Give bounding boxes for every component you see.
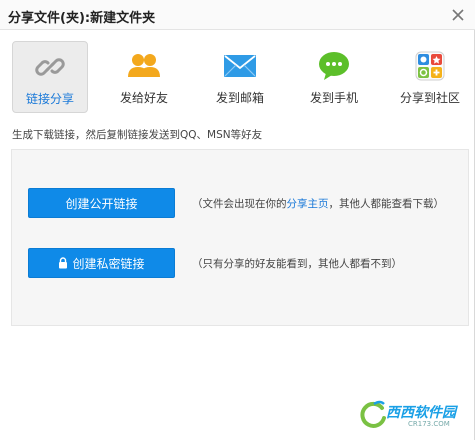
tab-label: 链接分享 xyxy=(25,92,74,106)
button-label: 创建私密链接 xyxy=(72,256,145,271)
create-public-link-button[interactable]: 创建公开链接 xyxy=(28,188,175,218)
tab-link-share[interactable]: 链接分享 xyxy=(12,41,88,113)
close-button[interactable] xyxy=(449,6,467,24)
tab-share-community[interactable]: 分享到社区 xyxy=(392,41,468,113)
share-dialog: 分享文件(夹):新建文件夹 链接分享 发给好友 发到邮箱 发到手机 分享到社区 … xyxy=(0,0,475,440)
share-homepage-link[interactable]: 分享主页 xyxy=(287,198,329,210)
tab-send-email[interactable]: 发到邮箱 xyxy=(202,41,278,113)
dialog-title: 分享文件(夹):新建文件夹 xyxy=(8,11,156,26)
tab-label: 分享到社区 xyxy=(399,91,460,105)
chat-bubble-icon xyxy=(317,51,351,81)
watermark-text: 西西软件园 xyxy=(386,405,456,421)
link-share-description: 生成下载链接，然后复制链接发送到QQ、MSN等好友 xyxy=(12,129,263,141)
public-link-note: （文件会出现在你的分享主页，其他人都能查看下载） xyxy=(192,196,444,211)
share-method-tabs: 链接分享 发给好友 发到邮箱 发到手机 分享到社区 xyxy=(0,30,475,120)
title-bar: 分享文件(夹):新建文件夹 xyxy=(0,0,475,30)
community-apps-icon xyxy=(413,51,447,81)
note-prefix: （文件会出现在你的 xyxy=(192,198,287,210)
friends-icon xyxy=(127,51,161,81)
tab-send-friends[interactable]: 发给好友 xyxy=(106,41,182,113)
close-icon xyxy=(452,9,464,21)
watermark-logo-icon xyxy=(360,400,386,428)
tab-label: 发到手机 xyxy=(309,91,358,105)
tab-send-phone[interactable]: 发到手机 xyxy=(296,41,372,113)
note-suffix: ，其他人都能查看下载） xyxy=(328,198,445,210)
private-link-note: （只有分享的好友能看到，其他人都看不到） xyxy=(192,258,402,270)
button-label: 创建公开链接 xyxy=(65,196,138,211)
chain-link-icon xyxy=(33,52,67,82)
link-options-panel: 创建公开链接 （文件会出现在你的分享主页，其他人都能查看下载） 创建私密链接 （… xyxy=(11,149,469,326)
tab-label: 发到邮箱 xyxy=(215,91,264,105)
lock-icon xyxy=(58,257,68,269)
tab-label: 发给好友 xyxy=(119,91,168,105)
mail-envelope-icon xyxy=(223,51,257,81)
watermark-subtext: CR173.COM xyxy=(408,420,450,428)
site-watermark: 西西软件园 CR173.COM xyxy=(356,396,474,434)
create-private-link-button[interactable]: 创建私密链接 xyxy=(28,248,175,278)
